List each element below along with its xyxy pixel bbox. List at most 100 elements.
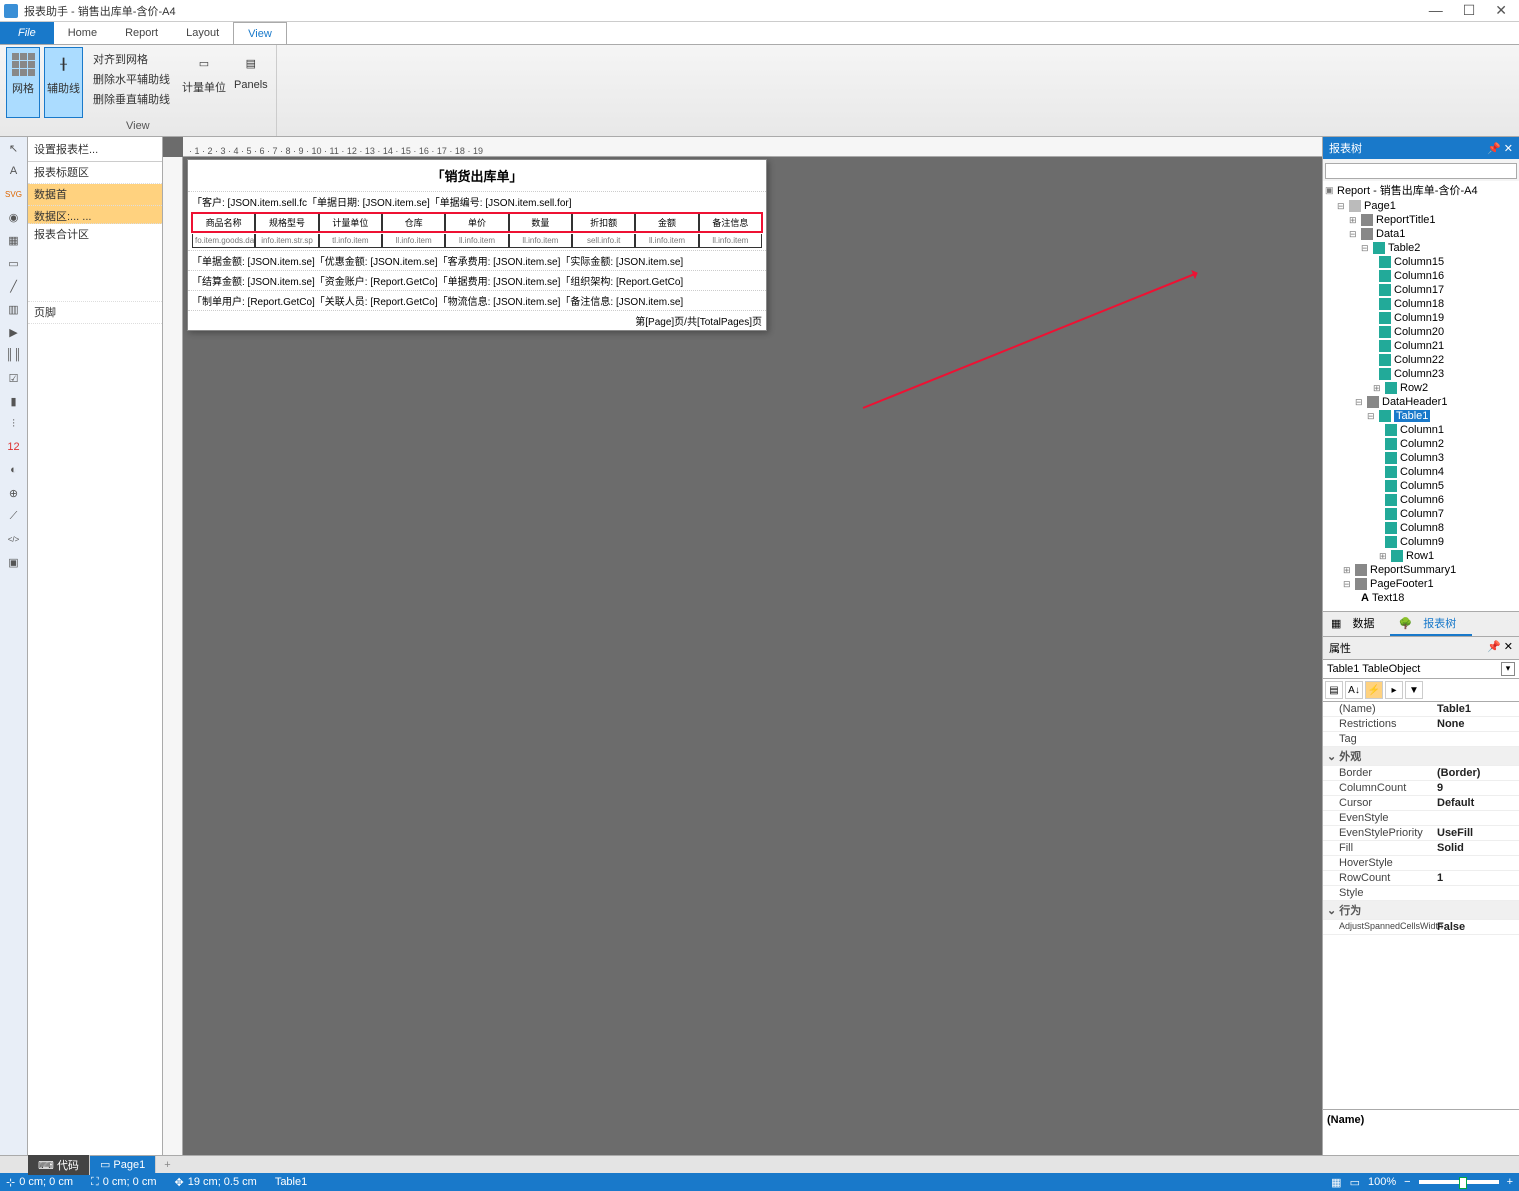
tree-col5[interactable]: Column5 xyxy=(1323,479,1519,493)
col-d-4[interactable]: ll.info.item xyxy=(382,234,445,248)
shape-tool-icon[interactable]: ▭ xyxy=(5,254,23,272)
polyline-tool-icon[interactable]: ⟋ xyxy=(5,507,23,525)
barchart-tool-icon[interactable]: ▮ xyxy=(5,392,23,410)
menu-report[interactable]: Report xyxy=(111,22,172,44)
prop-tag-val[interactable] xyxy=(1433,732,1519,746)
units-button[interactable]: ▭ 计量单位 xyxy=(180,47,228,118)
col-h-7[interactable]: 折扣额 xyxy=(572,213,635,232)
prop-rowcount-val[interactable]: 1 xyxy=(1433,871,1519,885)
delete-v-guides[interactable]: 删除垂直辅助线 xyxy=(93,91,170,107)
col-d-1[interactable]: fo.item.goods.data xyxy=(192,234,255,248)
properties-grid[interactable]: (Name)Table1 RestrictionsNone Tag ⌄ 外观 B… xyxy=(1323,702,1519,1109)
prop-rowcount-key[interactable]: RowCount xyxy=(1323,871,1433,885)
tree-table2[interactable]: ⊟Table2 xyxy=(1323,241,1519,255)
tree-col3[interactable]: Column3 xyxy=(1323,451,1519,465)
html-tool-icon[interactable]: </> xyxy=(5,530,23,548)
pin-icon[interactable]: 📌 ✕ xyxy=(1487,142,1513,155)
prop-border-val[interactable]: (Border) xyxy=(1433,766,1519,780)
col-h-5[interactable]: 单价 xyxy=(445,213,508,232)
menu-view[interactable]: View xyxy=(233,22,287,44)
tree-col16[interactable]: Column16 xyxy=(1323,269,1519,283)
tree-col9[interactable]: Column9 xyxy=(1323,535,1519,549)
prop-style-val[interactable] xyxy=(1433,886,1519,900)
report-title-text[interactable]: 「销货出库单」 xyxy=(188,160,766,191)
tree-table1[interactable]: ⊟Table1 xyxy=(1323,409,1519,423)
design-surface[interactable]: · 1 · 2 · 3 · 4 · 5 · 6 · 7 · 8 · 9 · 10… xyxy=(163,137,1322,1155)
col-d-7[interactable]: sell.info.it xyxy=(572,234,635,248)
guides-toggle[interactable]: ╂ 辅助线 xyxy=(44,47,83,118)
props-events-icon[interactable]: ⚡ xyxy=(1365,681,1383,699)
prop-hoverstyle-val[interactable] xyxy=(1433,856,1519,870)
summary-row-1[interactable]: 「单据金额: [JSON.item.se]「优惠金额: [JSON.item.s… xyxy=(188,250,766,270)
tree-report-title[interactable]: ⊞ReportTitle1 xyxy=(1323,213,1519,227)
tree-col6[interactable]: Column6 xyxy=(1323,493,1519,507)
tree-page1[interactable]: ⊟Page1 xyxy=(1323,199,1519,213)
prop-style-key[interactable]: Style xyxy=(1323,886,1433,900)
text-tool-icon[interactable]: A xyxy=(5,162,23,180)
properties-object-selector[interactable]: Table1 TableObject ▾ xyxy=(1323,660,1519,679)
tree-search-input[interactable] xyxy=(1325,163,1517,179)
status-grid-icon[interactable]: ▦ xyxy=(1331,1176,1341,1189)
tab-code[interactable]: ⌨ 代码 xyxy=(28,1155,90,1175)
prop-adjust-val[interactable]: False xyxy=(1433,920,1519,934)
tree-col1[interactable]: Column1 xyxy=(1323,423,1519,437)
prop-cursor-key[interactable]: Cursor xyxy=(1323,796,1433,810)
col-h-9[interactable]: 备注信息 xyxy=(699,213,762,232)
tree-report-summary[interactable]: ⊞ReportSummary1 xyxy=(1323,563,1519,577)
band-data-header[interactable]: 数据首 xyxy=(28,184,162,206)
prop-name-val[interactable]: Table1 xyxy=(1433,702,1519,716)
tree-root[interactable]: ▣Report - 销售出库单-含价-A4 xyxy=(1323,181,1519,199)
prop-fill-key[interactable]: Fill xyxy=(1323,841,1433,855)
col-d-8[interactable]: ll.info.item xyxy=(635,234,698,248)
col-h-6[interactable]: 数量 xyxy=(509,213,572,232)
tree-dataheader1[interactable]: ⊟DataHeader1 xyxy=(1323,395,1519,409)
tree-col22[interactable]: Column22 xyxy=(1323,353,1519,367)
barcode-tool-icon[interactable]: ║║ xyxy=(5,346,23,364)
prop-name-key[interactable]: (Name) xyxy=(1323,702,1433,716)
zoom-in-button[interactable]: + xyxy=(1507,1176,1513,1188)
tab-page1[interactable]: ▭ Page1 xyxy=(90,1156,156,1173)
delete-h-guides[interactable]: 删除水平辅助线 xyxy=(93,71,170,87)
zipcode-tool-icon[interactable]: ⫶ xyxy=(5,415,23,433)
add-page-button[interactable]: + xyxy=(156,1157,178,1173)
tree-col21[interactable]: Column21 xyxy=(1323,339,1519,353)
summary-row-3[interactable]: 「制单用户: [Report.GetCo]「关联人员: [Report.GetC… xyxy=(188,290,766,310)
rich-tool-icon[interactable]: ▣ xyxy=(5,553,23,571)
prop-evenstyle-key[interactable]: EvenStyle xyxy=(1323,811,1433,825)
pointer-tool-icon[interactable]: ↖ xyxy=(5,139,23,157)
panels-button[interactable]: ▤ Panels xyxy=(232,47,270,118)
tree-col2[interactable]: Column2 xyxy=(1323,437,1519,451)
prop-evenstylep-val[interactable]: UseFill xyxy=(1433,826,1519,840)
col-d-6[interactable]: ll.info.item xyxy=(509,234,572,248)
toolbar-hint[interactable]: 设置报表栏... xyxy=(28,137,162,162)
props-filter-icon[interactable]: ▼ xyxy=(1405,681,1423,699)
col-d-2[interactable]: info.item.str.sp xyxy=(255,234,318,248)
tree-row1[interactable]: ⊞Row1 xyxy=(1323,549,1519,563)
prop-tag-key[interactable]: Tag xyxy=(1323,732,1433,746)
prop-cat-behavior[interactable]: ⌄ 行为 xyxy=(1323,901,1519,919)
prop-hoverstyle-key[interactable]: HoverStyle xyxy=(1323,856,1433,870)
tree-col20[interactable]: Column20 xyxy=(1323,325,1519,339)
tree-col18[interactable]: Column18 xyxy=(1323,297,1519,311)
menu-layout[interactable]: Layout xyxy=(172,22,233,44)
tree-row2[interactable]: ⊞Row2 xyxy=(1323,381,1519,395)
status-fit-icon[interactable]: ▭ xyxy=(1350,1176,1360,1189)
col-h-8[interactable]: 金额 xyxy=(635,213,698,232)
chart-tool-icon[interactable]: ▶ xyxy=(5,323,23,341)
zoom-out-button[interactable]: − xyxy=(1404,1176,1410,1188)
digit-tool-icon[interactable]: 12 xyxy=(5,438,23,456)
props-pages-icon[interactable]: ▸ xyxy=(1385,681,1403,699)
tree-col4[interactable]: Column4 xyxy=(1323,465,1519,479)
tree-col7[interactable]: Column7 xyxy=(1323,507,1519,521)
header-row[interactable]: 「客户: [JSON.item.sell.fc「单据日期: [JSON.item… xyxy=(188,191,766,211)
props-pin-icon[interactable]: 📌 ✕ xyxy=(1487,640,1513,656)
prop-colcount-key[interactable]: ColumnCount xyxy=(1323,781,1433,795)
close-button[interactable]: ✕ xyxy=(1495,2,1507,19)
gauge-tool-icon[interactable]: ◐ xyxy=(5,461,23,479)
col-h-4[interactable]: 仓库 xyxy=(382,213,445,232)
menu-file[interactable]: File xyxy=(0,22,54,44)
prop-cursor-val[interactable]: Default xyxy=(1433,796,1519,810)
col-h-3[interactable]: 计量单位 xyxy=(319,213,382,232)
table1-header[interactable]: 商品名称 规格型号 计量单位 仓库 单价 数量 折扣额 金额 备注信息 xyxy=(192,213,762,232)
tree-data1[interactable]: ⊟Data1 xyxy=(1323,227,1519,241)
